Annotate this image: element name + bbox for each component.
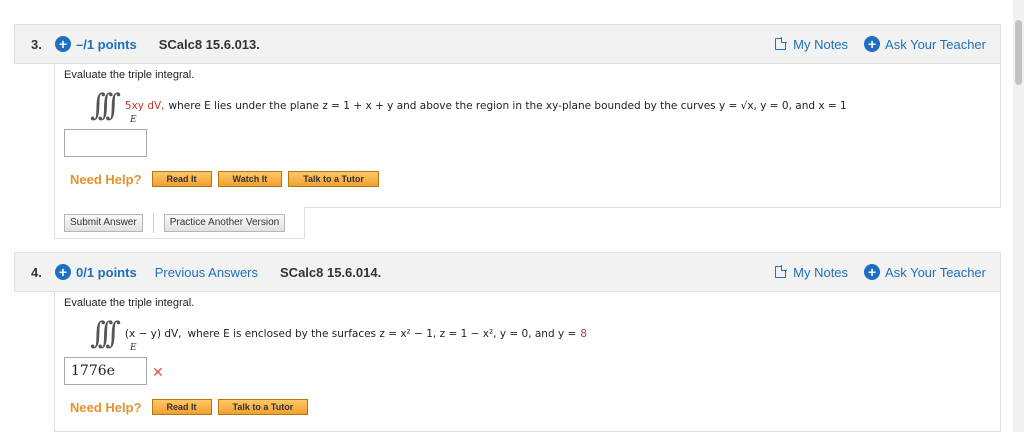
need-help-label: Need Help?: [70, 171, 142, 187]
talk-to-tutor-button[interactable]: Talk to a Tutor: [288, 171, 379, 187]
integral-expression: ∫∫∫ E (x − y) dV, where E is enclosed by…: [90, 316, 588, 353]
need-help-row: Need Help? Read It Watch It Talk to a Tu…: [70, 171, 385, 187]
integral-subscript: E: [130, 115, 137, 125]
triple-integral-sign: ∫∫∫ E: [90, 88, 137, 125]
question-3-header: 3. + –/1 points SCalc8 15.6.013. My Note…: [14, 24, 1001, 64]
read-it-button[interactable]: Read It: [151, 399, 212, 415]
question-4-header: 4. + 0/1 points Previous Answers SCalc8 …: [14, 252, 1001, 292]
triple-integral-sign: ∫∫∫ E: [90, 316, 137, 353]
points-label: 0/1 points: [76, 264, 137, 280]
answer-input[interactable]: 1776e: [64, 357, 147, 385]
my-notes-link[interactable]: My Notes: [775, 265, 848, 280]
watch-it-button[interactable]: Watch It: [217, 171, 283, 187]
question-number: 4.: [31, 264, 42, 280]
plus-circle-icon: +: [864, 36, 881, 52]
my-notes-link[interactable]: My Notes: [775, 37, 848, 52]
previous-answers-link[interactable]: Previous Answers: [155, 265, 258, 280]
note-icon: [775, 37, 788, 50]
problem-id: SCalc8 15.6.013.: [158, 36, 260, 52]
divider: [152, 212, 154, 233]
integral-subscript: E: [130, 343, 137, 353]
need-help-label: Need Help?: [70, 399, 142, 415]
answer-actions: Submit Answer Practice Another Version: [54, 207, 305, 239]
question-number: 3.: [31, 36, 42, 52]
practice-another-version-button[interactable]: Practice Another Version: [163, 213, 286, 232]
answer-input[interactable]: [64, 129, 147, 157]
integral-expression: ∫∫∫ E 5xy dV, where E lies under the pla…: [90, 88, 847, 125]
question-prompt: Evaluate the triple integral.: [64, 297, 195, 309]
expand-plus-icon[interactable]: +: [55, 264, 71, 280]
highlighted-value: 8: [580, 327, 588, 340]
scrollbar-thumb[interactable]: [1015, 20, 1022, 85]
submit-answer-button[interactable]: Submit Answer: [64, 213, 143, 232]
problem-id: SCalc8 15.6.014.: [280, 264, 382, 280]
need-help-row: Need Help? Read It Talk to a Tutor: [70, 399, 314, 415]
ask-teacher-link[interactable]: + Ask Your Teacher: [864, 264, 986, 280]
my-notes-label: My Notes: [793, 264, 849, 280]
integrand: 5xy dV,: [124, 99, 165, 112]
points-label: –/1 points: [76, 36, 137, 52]
plus-circle-icon: +: [864, 264, 881, 280]
ask-teacher-label: Ask Your Teacher: [885, 36, 986, 52]
read-it-button[interactable]: Read It: [151, 171, 212, 187]
talk-to-tutor-button[interactable]: Talk to a Tutor: [217, 399, 309, 415]
question-prompt: Evaluate the triple integral.: [64, 69, 195, 81]
ask-teacher-label: Ask Your Teacher: [885, 264, 986, 280]
incorrect-x-icon: ✕: [152, 364, 164, 380]
page-scrollbar[interactable]: [1013, 0, 1024, 432]
integral-description: where E is enclosed by the surfaces z = …: [187, 327, 577, 340]
note-icon: [775, 265, 788, 278]
integrand: (x − y) dV,: [124, 327, 182, 340]
my-notes-label: My Notes: [793, 36, 849, 52]
integral-description: where E lies under the plane z = 1 + x +…: [168, 99, 847, 112]
ask-teacher-link[interactable]: + Ask Your Teacher: [864, 36, 986, 52]
expand-plus-icon[interactable]: +: [55, 36, 71, 52]
